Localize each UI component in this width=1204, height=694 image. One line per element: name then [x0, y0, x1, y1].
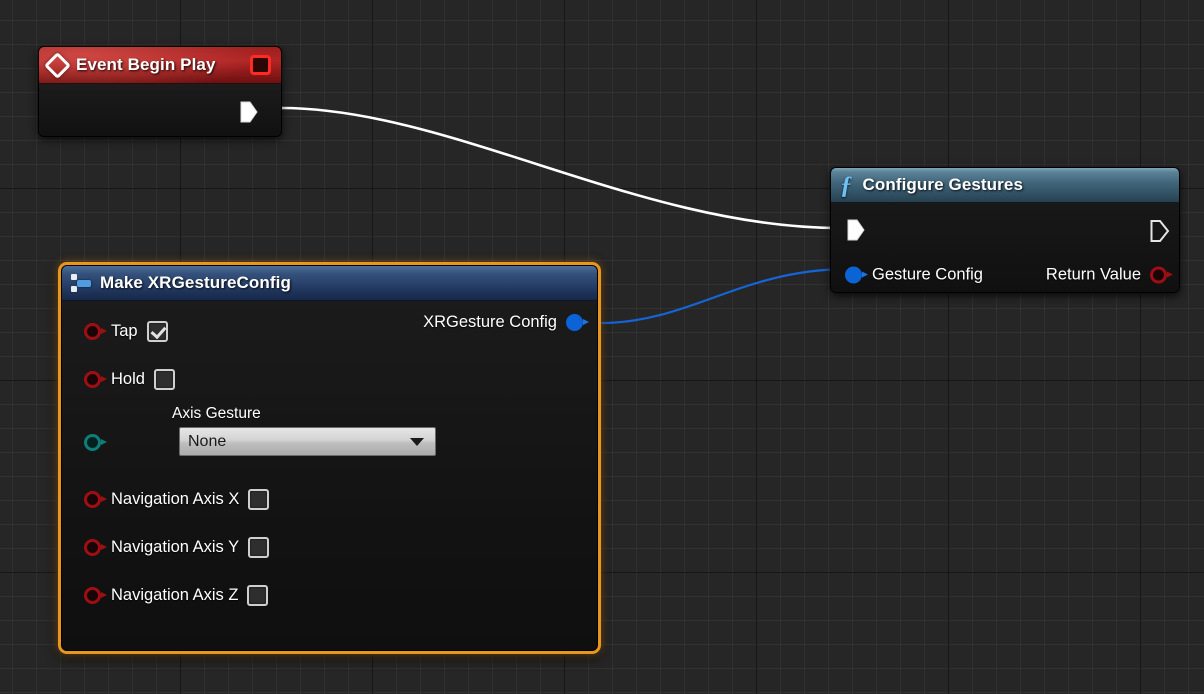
node-title: Configure Gestures [862, 175, 1023, 194]
hold-input-pin[interactable] [84, 370, 107, 388]
node-configure-gestures-inner: ƒ Configure Gestures Gesture Config Retu… [830, 167, 1180, 293]
data-wire [598, 267, 848, 325]
node-event-begin-play-body [39, 84, 281, 136]
input-row-navigation-axis-y: Navigation Axis Y [62, 523, 597, 571]
exec-in-wrap [845, 218, 865, 241]
return-value-label: Return Value [1045, 265, 1141, 284]
node-event-begin-play-inner: Event Begin Play [38, 46, 282, 137]
gesture-config-label: Gesture Config [872, 265, 983, 284]
node-make-xrgestureconfig-inner: Make XRGestureConfig XRGesture Config Ta… [61, 265, 598, 651]
return-value-output-wrap: Return Value [1045, 265, 1173, 285]
make-struct-icon [71, 274, 91, 292]
navigation-axis-x-label: Navigation Axis X [111, 489, 240, 508]
node-configure-gestures-body: Gesture Config Return Value [831, 203, 1179, 292]
exec-wire [279, 106, 842, 230]
exec-input-pin[interactable] [845, 218, 865, 241]
gesture-config-input-pin[interactable] [845, 266, 868, 284]
navigation-axis-z-checkbox[interactable] [247, 584, 269, 606]
axis-gesture-input-pin-wrap [84, 434, 107, 451]
axis-gesture-label: Axis Gesture [172, 405, 261, 422]
node-make-xrgestureconfig[interactable]: Make XRGestureConfig XRGesture Config Ta… [58, 262, 601, 654]
chevron-down-icon [410, 437, 424, 446]
tap-checkbox[interactable] [146, 320, 168, 342]
node-event-begin-play-header[interactable]: Event Begin Play [39, 47, 281, 84]
input-row-tap: Tap [62, 307, 597, 355]
gesture-config-input-wrap: Gesture Config [845, 266, 983, 285]
input-row-hold: Hold [62, 355, 597, 403]
axis-gesture-dropdown[interactable]: None [179, 427, 436, 456]
navigation-axis-x-input-pin[interactable] [84, 490, 107, 508]
stop-icon[interactable] [250, 55, 271, 75]
axis-gesture-value: None [188, 432, 227, 450]
blueprint-graph-canvas[interactable]: Event Begin Play ƒ Configure Gestures Ge… [0, 0, 1204, 694]
node-title: Event Begin Play [76, 55, 216, 74]
node-configure-gestures-header[interactable]: ƒ Configure Gestures [831, 168, 1179, 203]
navigation-axis-x-checkbox[interactable] [248, 488, 270, 510]
navigation-axis-y-input-pin[interactable] [84, 538, 107, 556]
data-row: Gesture Config Return Value [831, 255, 1179, 292]
function-f-icon: ƒ [840, 171, 853, 199]
input-row-navigation-axis-x: Navigation Axis X [62, 475, 597, 523]
exec-output-pin[interactable] [238, 100, 258, 123]
exec-out-wrap [1148, 218, 1170, 242]
tap-input-pin[interactable] [84, 322, 107, 340]
navigation-axis-y-label: Navigation Axis Y [111, 537, 240, 556]
navigation-axis-z-input-pin[interactable] [84, 586, 107, 604]
exec-output-pin[interactable] [1148, 218, 1170, 242]
node-make-xrgestureconfig-header[interactable]: Make XRGestureConfig [62, 266, 597, 301]
node-make-xrgestureconfig-body: XRGesture Config Tap Hold Axis Gesture N… [62, 301, 597, 650]
input-row-navigation-axis-z: Navigation Axis Z [62, 571, 597, 619]
node-title: Make XRGestureConfig [100, 273, 291, 292]
navigation-axis-y-checkbox[interactable] [248, 536, 270, 558]
navigation-axis-z-label: Navigation Axis Z [111, 585, 239, 604]
node-event-begin-play[interactable]: Event Begin Play [38, 46, 282, 137]
event-diamond-icon [44, 51, 71, 79]
exec-row [831, 203, 1179, 255]
axis-gesture-input-pin[interactable] [84, 434, 107, 451]
tap-label: Tap [111, 321, 138, 340]
return-value-output-pin[interactable] [1150, 266, 1173, 284]
node-configure-gestures[interactable]: ƒ Configure Gestures Gesture Config Retu… [830, 167, 1180, 293]
hold-checkbox[interactable] [153, 368, 175, 390]
input-row-axis-gesture: Axis Gesture None [62, 403, 597, 475]
hold-label: Hold [111, 369, 145, 388]
